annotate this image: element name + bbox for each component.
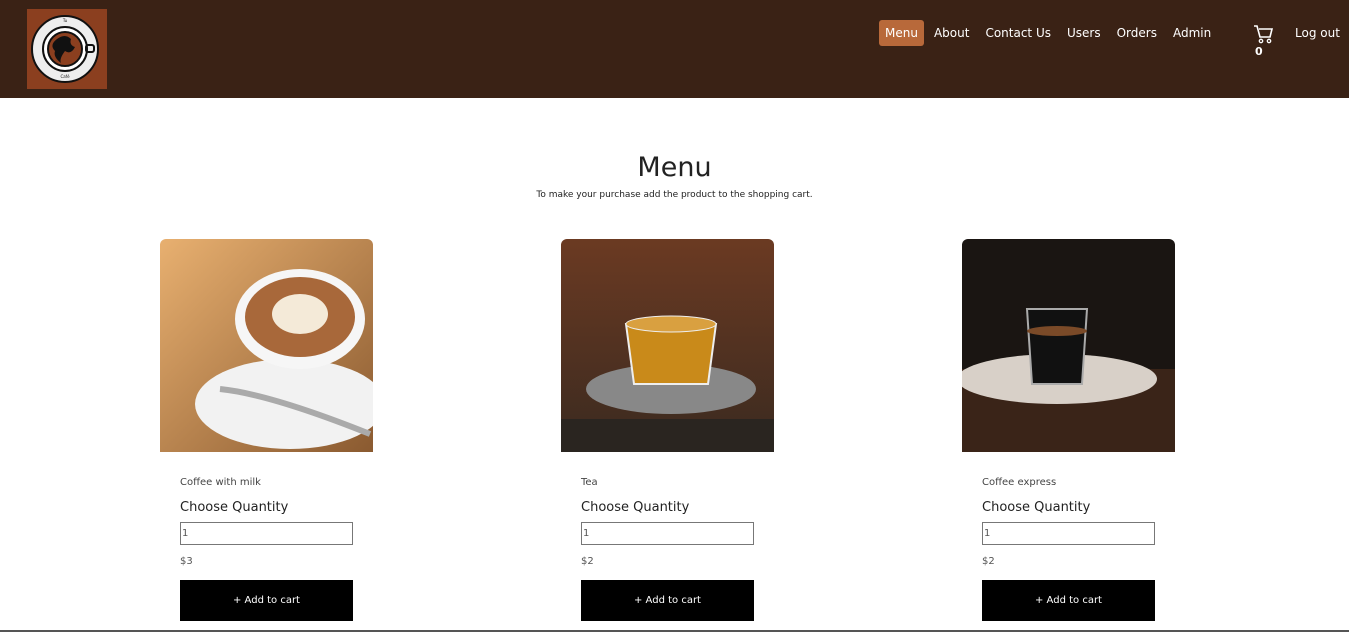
nav-menu[interactable]: Menu (879, 20, 924, 46)
svg-text:Tu: Tu (62, 18, 68, 23)
add-to-cart-button[interactable]: + Add to cart (581, 580, 754, 621)
page-title: Menu (637, 152, 712, 183)
logo[interactable]: Tu Café (27, 9, 107, 89)
quantity-input[interactable] (982, 522, 1155, 545)
product-card: Coffee express Choose Quantity $2 + Add … (962, 239, 1177, 621)
logout-link[interactable]: Log out (1295, 26, 1340, 40)
quantity-input[interactable] (180, 522, 353, 545)
product-card: Tea Choose Quantity $2 + Add to cart (561, 239, 776, 621)
nav-users[interactable]: Users (1061, 20, 1107, 46)
product-image-tea (561, 239, 774, 452)
cart-button[interactable]: 0 (1253, 24, 1275, 60)
product-name: Coffee with milk (180, 477, 261, 488)
nav-contact-us[interactable]: Contact Us (979, 20, 1057, 46)
svg-text:Café: Café (60, 74, 70, 79)
choose-quantity-label: Choose Quantity (180, 500, 289, 515)
product-price: $2 (982, 556, 995, 567)
choose-quantity-label: Choose Quantity (982, 500, 1091, 515)
coffee-cup-globe-logo-icon: Tu Café (31, 15, 99, 83)
nav-admin[interactable]: Admin (1167, 20, 1217, 46)
product-card: Coffee with milk Choose Quantity $3 + Ad… (160, 239, 375, 621)
product-image-coffee-with-milk (160, 239, 373, 452)
cart-count: 0 (1255, 45, 1263, 58)
nav-orders[interactable]: Orders (1111, 20, 1163, 46)
shopping-cart-icon (1254, 25, 1274, 44)
product-image-coffee-express (962, 239, 1175, 452)
add-to-cart-button[interactable]: + Add to cart (180, 580, 353, 621)
header: Tu Café Menu About Contact Us Users Orde… (0, 0, 1349, 98)
nav-about[interactable]: About (928, 20, 975, 46)
product-name: Coffee express (982, 477, 1057, 488)
quantity-input[interactable] (581, 522, 754, 545)
product-price: $3 (180, 556, 193, 567)
product-price: $2 (581, 556, 594, 567)
choose-quantity-label: Choose Quantity (581, 500, 690, 515)
page-subtitle: To make your purchase add the product to… (536, 190, 813, 200)
product-name: Tea (581, 477, 598, 488)
main-nav: Menu About Contact Us Users Orders Admin (879, 19, 1221, 47)
add-to-cart-button[interactable]: + Add to cart (982, 580, 1155, 621)
